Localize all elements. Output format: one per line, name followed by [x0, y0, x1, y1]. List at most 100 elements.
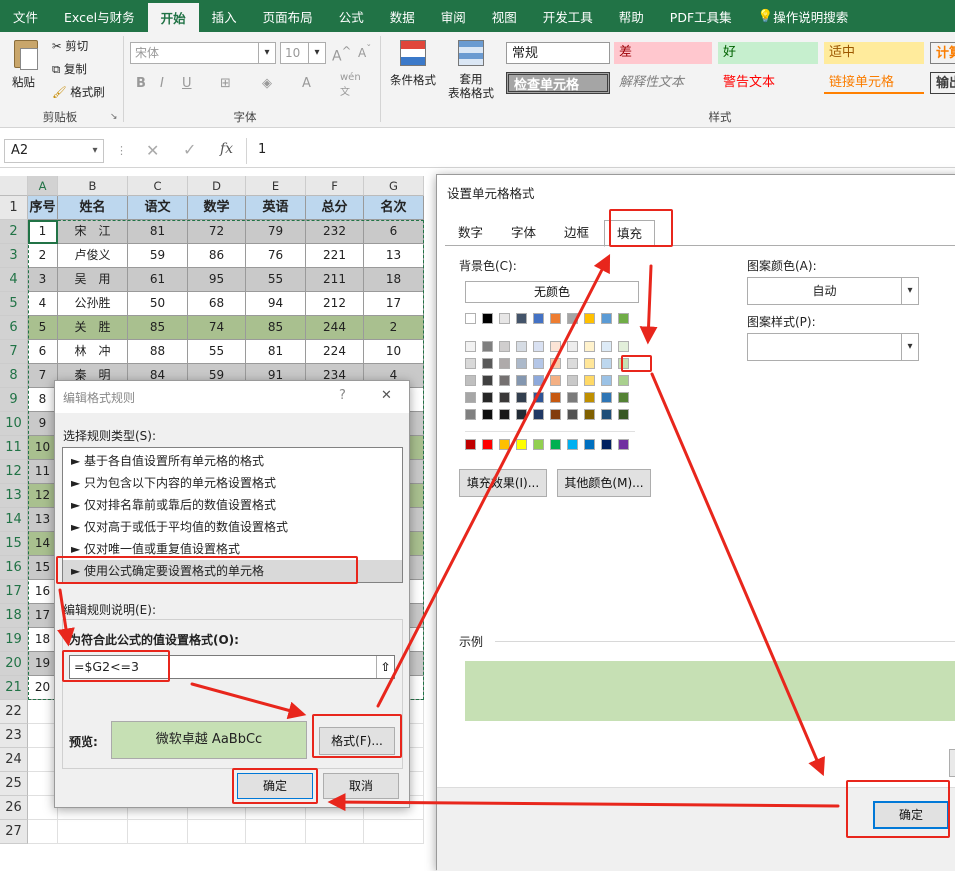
- row-header[interactable]: 16: [0, 556, 28, 580]
- data-cell[interactable]: 212: [306, 292, 364, 316]
- ribbon-tab-5[interactable]: 公式: [326, 0, 377, 32]
- ribbon-tab-6[interactable]: 数据: [377, 0, 428, 32]
- data-cell[interactable]: 79: [246, 220, 306, 244]
- empty-cell[interactable]: [246, 820, 306, 844]
- tint-swatch[interactable]: [465, 409, 476, 420]
- column-header[interactable]: D: [188, 176, 246, 196]
- data-cell[interactable]: 林 冲: [58, 340, 128, 364]
- row-header[interactable]: 8: [0, 364, 28, 388]
- empty-cell[interactable]: [188, 820, 246, 844]
- data-cell[interactable]: 59: [128, 244, 188, 268]
- row-header[interactable]: 12: [0, 460, 28, 484]
- column-header[interactable]: F: [306, 176, 364, 196]
- tint-swatch[interactable]: [499, 358, 510, 369]
- data-cell[interactable]: 74: [188, 316, 246, 340]
- data-cell[interactable]: 68: [188, 292, 246, 316]
- data-cell[interactable]: 4: [28, 292, 58, 316]
- data-cell[interactable]: 211: [306, 268, 364, 292]
- tint-swatch[interactable]: [567, 409, 578, 420]
- row-header[interactable]: 11: [0, 436, 28, 460]
- data-cell[interactable]: 95: [188, 268, 246, 292]
- ribbon-tab-7[interactable]: 审阅: [428, 0, 479, 32]
- rule-type-item[interactable]: ► 仅对高于或低于平均值的数值设置格式: [63, 516, 402, 538]
- theme-swatch[interactable]: [516, 313, 527, 324]
- ribbon-tab-3[interactable]: 插入: [199, 0, 250, 32]
- row-header[interactable]: 25: [0, 772, 28, 796]
- style-calc[interactable]: 计算: [930, 42, 955, 64]
- row-header[interactable]: 21: [0, 676, 28, 700]
- row-header[interactable]: 18: [0, 604, 28, 628]
- fill-effects-button[interactable]: 填充效果(I)...: [459, 469, 547, 497]
- style-normal[interactable]: 常规: [506, 42, 610, 64]
- conditional-format-button[interactable]: 条件格式: [386, 38, 440, 104]
- row-header[interactable]: 6: [0, 316, 28, 340]
- tint-swatch[interactable]: [516, 409, 527, 420]
- select-all-corner[interactable]: [0, 176, 28, 196]
- format-as-table-button[interactable]: 套用 表格格式: [442, 38, 500, 108]
- data-cell[interactable]: 卢俊义: [58, 244, 128, 268]
- column-header[interactable]: B: [58, 176, 128, 196]
- more-colors-button[interactable]: 其他颜色(M)...: [557, 469, 651, 497]
- tint-swatch[interactable]: [550, 409, 561, 420]
- standard-swatch[interactable]: [618, 439, 629, 450]
- ribbon-tab-0[interactable]: 文件: [0, 0, 51, 32]
- tint-swatch[interactable]: [482, 409, 493, 420]
- tint-swatch[interactable]: [516, 358, 527, 369]
- rule-type-item[interactable]: ► 只为包含以下内容的单元格设置格式: [63, 472, 402, 494]
- data-cell[interactable]: 6: [364, 220, 424, 244]
- ribbon-tab-2[interactable]: 开始: [147, 3, 199, 32]
- data-cell[interactable]: 2: [28, 244, 58, 268]
- tint-swatch[interactable]: [567, 341, 578, 352]
- header-cell[interactable]: 序号: [28, 196, 58, 220]
- tint-swatch[interactable]: [584, 375, 595, 386]
- theme-swatch[interactable]: [499, 313, 510, 324]
- data-cell[interactable]: 232: [306, 220, 364, 244]
- tint-swatch[interactable]: [533, 392, 544, 403]
- theme-swatch[interactable]: [584, 313, 595, 324]
- font-size-select[interactable]: 10 ▾: [280, 42, 326, 64]
- row-header[interactable]: 23: [0, 724, 28, 748]
- row-header[interactable]: 2: [0, 220, 28, 244]
- pattern-style-select[interactable]: ▾: [747, 333, 919, 361]
- style-explain[interactable]: 解释性文本: [614, 72, 712, 94]
- data-cell[interactable]: 221: [306, 244, 364, 268]
- data-cell[interactable]: 81: [128, 220, 188, 244]
- tint-swatch[interactable]: [567, 375, 578, 386]
- row-header[interactable]: 15: [0, 532, 28, 556]
- column-header[interactable]: A: [28, 176, 58, 196]
- tint-swatch[interactable]: [618, 392, 629, 403]
- empty-cell[interactable]: [28, 820, 58, 844]
- header-cell[interactable]: 姓名: [58, 196, 128, 220]
- tint-swatch[interactable]: [584, 392, 595, 403]
- collapse-dialog-icon[interactable]: ⇧: [376, 656, 394, 678]
- tint-swatch[interactable]: [482, 341, 493, 352]
- style-check[interactable]: 检查单元格: [506, 72, 610, 94]
- tint-swatch[interactable]: [601, 409, 612, 420]
- tint-swatch[interactable]: [533, 375, 544, 386]
- theme-swatch[interactable]: [618, 313, 629, 324]
- row-header[interactable]: 9: [0, 388, 28, 412]
- bold-icon[interactable]: B: [136, 76, 146, 91]
- tint-swatch[interactable]: [584, 409, 595, 420]
- tint-swatch[interactable]: [584, 358, 595, 369]
- rule-type-item[interactable]: ► 基于各自值设置所有单元格的格式: [63, 450, 402, 472]
- standard-swatch[interactable]: [465, 439, 476, 450]
- standard-swatch[interactable]: [567, 439, 578, 450]
- empty-cell[interactable]: [58, 820, 128, 844]
- tint-swatch[interactable]: [601, 341, 612, 352]
- data-cell[interactable]: 85: [128, 316, 188, 340]
- tint-swatch[interactable]: [465, 341, 476, 352]
- pattern-color-select[interactable]: 自动 ▾: [747, 277, 919, 305]
- data-cell[interactable]: 17: [364, 292, 424, 316]
- tint-swatch[interactable]: [550, 358, 561, 369]
- shrink-font-icon[interactable]: Aˇ: [358, 44, 371, 60]
- row-header[interactable]: 26: [0, 796, 28, 820]
- theme-swatch[interactable]: [482, 313, 493, 324]
- no-color-button[interactable]: 无颜色: [465, 281, 639, 303]
- insert-function-icon[interactable]: fx: [220, 141, 233, 157]
- data-cell[interactable]: 13: [364, 244, 424, 268]
- standard-swatch[interactable]: [533, 439, 544, 450]
- standard-swatch[interactable]: [482, 439, 493, 450]
- header-cell[interactable]: 数学: [188, 196, 246, 220]
- data-cell[interactable]: 10: [364, 340, 424, 364]
